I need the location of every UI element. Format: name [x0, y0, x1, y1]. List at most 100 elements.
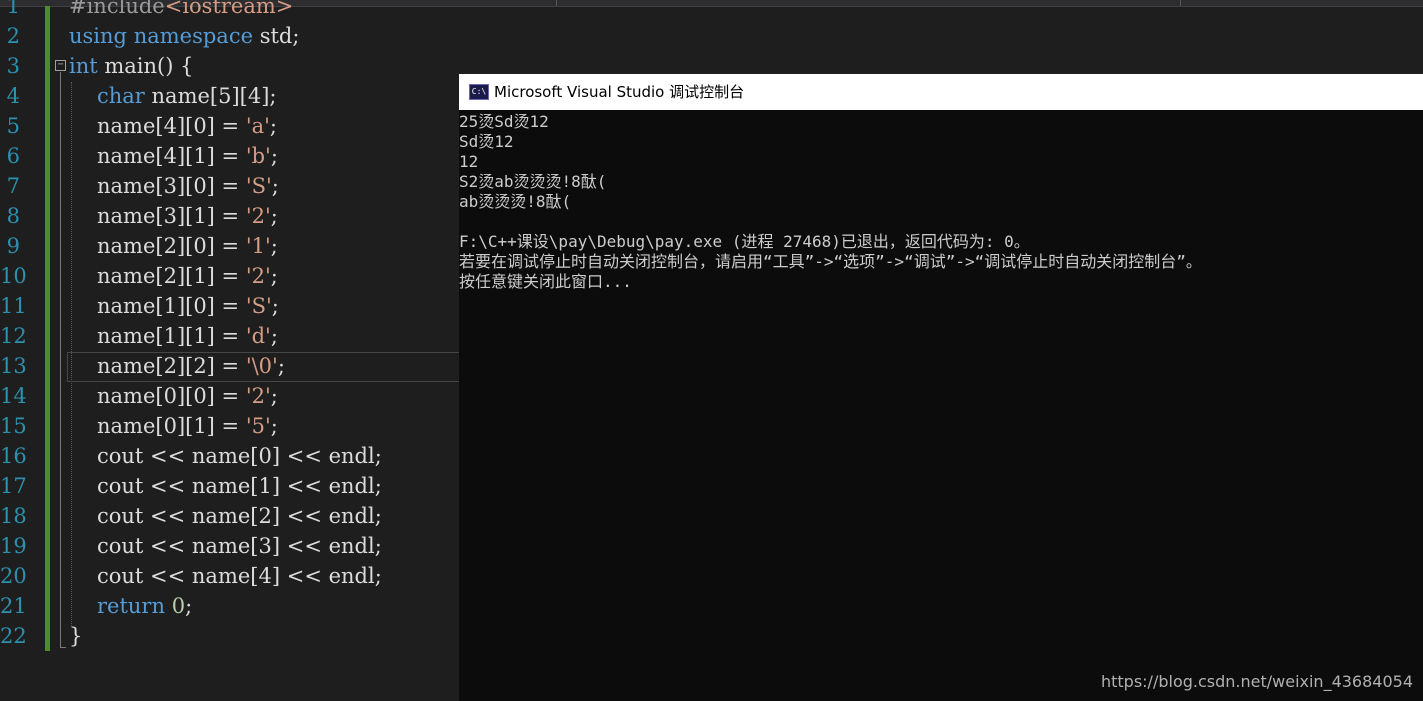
code-token: #include [69, 0, 165, 18]
code-token: std; [253, 24, 300, 48]
line-number: 16 [0, 444, 27, 468]
code-token: '2' [245, 264, 271, 288]
console-output-line: 按任意键关闭此窗口... [459, 272, 632, 291]
code-token: name[4][1] = [97, 144, 246, 168]
code-text[interactable]: name[4][0] = 'a'; [97, 111, 277, 141]
code-line[interactable]: 4 char name[5][4]; [0, 81, 460, 111]
console-output-line: 若要在调试停止时自动关闭控制台，请启用“工具”->“选项”->“调试”->“调试… [459, 252, 1202, 271]
watermark: https://blog.csdn.net/weixin_43684054 [1100, 672, 1413, 691]
console-output-line: F:\C++课设\pay\Debug\pay.exe (进程 27468)已退出… [459, 232, 1030, 251]
code-line[interactable]: 1 #include<iostream> [0, 0, 460, 21]
code-line[interactable]: 6 name[4][1] = 'b'; [0, 141, 460, 171]
code-text[interactable]: } [69, 621, 82, 651]
code-token: 'S' [245, 174, 272, 198]
code-text[interactable]: name[0][1] = '5'; [97, 411, 278, 441]
code-line[interactable]: 19 cout << name[3] << endl; [0, 531, 460, 561]
code-line[interactable]: 2 using namespace std; [0, 21, 460, 51]
code-text[interactable]: char name[5][4]; [97, 81, 277, 111]
code-token: ; [270, 414, 278, 438]
code-token: namespace [133, 24, 254, 48]
code-token: <iostream> [164, 0, 294, 18]
line-number: 2 [6, 24, 20, 48]
line-number: 9 [6, 234, 20, 258]
code-token: ; [270, 204, 278, 228]
code-token: name[2][0] = [97, 234, 246, 258]
code-token: 'a' [245, 114, 270, 138]
code-token: name[2][1] = [97, 264, 246, 288]
code-text[interactable]: name[1][1] = 'd'; [97, 321, 278, 351]
line-number: 20 [0, 564, 27, 588]
code-token: '1' [245, 234, 271, 258]
code-token: name[1][1] = [97, 324, 246, 348]
code-line[interactable]: 5 name[4][0] = 'a'; [0, 111, 460, 141]
line-number: 14 [0, 384, 27, 408]
line-number: 17 [0, 474, 27, 498]
console-title: Microsoft Visual Studio 调试控制台 [494, 83, 745, 101]
code-token: ; [277, 354, 285, 378]
code-line[interactable]: 9 name[2][0] = '1'; [0, 231, 460, 261]
code-token: '2' [245, 204, 271, 228]
code-token: ; [270, 234, 278, 258]
code-text[interactable]: cout << name[0] << endl; [97, 441, 382, 471]
code-text[interactable]: cout << name[2] << endl; [97, 501, 382, 531]
code-text[interactable]: int main() { [69, 51, 193, 81]
console-output-line: 12 [459, 152, 479, 171]
console-app-icon: C:\ [469, 84, 489, 100]
code-text[interactable]: using namespace std; [69, 21, 299, 51]
code-token: } [69, 624, 83, 648]
code-line[interactable]: 16 cout << name[0] << endl; [0, 441, 460, 471]
console-title-bar[interactable]: C:\ Microsoft Visual Studio 调试控制台 [459, 74, 1423, 110]
line-number: 4 [6, 84, 20, 108]
code-line[interactable]: 13 name[2][2] = '\0'; [0, 351, 460, 381]
code-line[interactable]: 12 name[1][1] = 'd'; [0, 321, 460, 351]
code-token: return [97, 594, 165, 618]
code-line[interactable]: 10 name[2][1] = '2'; [0, 261, 460, 291]
line-number: 12 [0, 324, 27, 348]
code-text[interactable]: name[0][0] = '2'; [97, 381, 278, 411]
line-number: 1 [6, 0, 20, 18]
code-line[interactable]: 15 name[0][1] = '5'; [0, 411, 460, 441]
line-number: 21 [0, 594, 27, 618]
code-token: name[3][0] = [97, 174, 246, 198]
console-output-line: S2烫ab烫烫烫!8酞( [459, 172, 607, 191]
code-text[interactable]: cout << name[4] << endl; [97, 561, 382, 591]
code-text[interactable]: cout << name[3] << endl; [97, 531, 382, 561]
code-text[interactable]: name[4][1] = 'b'; [97, 141, 278, 171]
line-number: 6 [6, 144, 20, 168]
code-line[interactable]: 22} [0, 621, 460, 651]
code-line[interactable]: 7 name[3][0] = 'S'; [0, 171, 460, 201]
code-token: cout << name[4] << endl; [97, 564, 382, 588]
code-text[interactable]: name[2][0] = '1'; [97, 231, 278, 261]
code-line[interactable]: 20 cout << name[4] << endl; [0, 561, 460, 591]
tab-separator [556, 0, 557, 6]
code-line[interactable]: 14 name[0][0] = '2'; [0, 381, 460, 411]
code-text[interactable]: name[3][1] = '2'; [97, 201, 278, 231]
code-token: char [97, 84, 145, 108]
code-line[interactable]: 3 int main() { [0, 51, 460, 81]
code-token: 0 [171, 594, 186, 618]
code-token: name[1][0] = [97, 294, 246, 318]
code-text[interactable]: name[2][1] = '2'; [97, 261, 278, 291]
code-token: using [69, 24, 127, 48]
code-line[interactable]: 17 cout << name[1] << endl; [0, 471, 460, 501]
code-line[interactable]: 8 name[3][1] = '2'; [0, 201, 460, 231]
code-token: name[4][0] = [97, 114, 246, 138]
code-text[interactable]: name[2][2] = '\0'; [97, 351, 285, 381]
code-token: cout << name[1] << endl; [97, 474, 382, 498]
debug-console-window[interactable]: C:\ Microsoft Visual Studio 调试控制台 25烫Sd烫… [459, 74, 1423, 701]
code-text[interactable]: #include<iostream> [69, 0, 293, 21]
code-text[interactable]: cout << name[1] << endl; [97, 471, 382, 501]
code-token: cout << name[3] << endl; [97, 534, 382, 558]
code-text[interactable]: name[3][0] = 'S'; [97, 171, 279, 201]
console-output-line: ab烫烫烫!8酞( [459, 192, 572, 211]
code-line[interactable]: 18 cout << name[2] << endl; [0, 501, 460, 531]
console-output-line: 25烫Sd烫12 [459, 112, 549, 131]
code-text[interactable]: return 0; [97, 591, 192, 621]
code-line[interactable]: 11 name[1][0] = 'S'; [0, 291, 460, 321]
code-text[interactable]: name[1][0] = 'S'; [97, 291, 279, 321]
code-token: ; [270, 264, 278, 288]
code-token: cout << name[0] << endl; [97, 444, 382, 468]
code-line[interactable]: 21 return 0; [0, 591, 460, 621]
